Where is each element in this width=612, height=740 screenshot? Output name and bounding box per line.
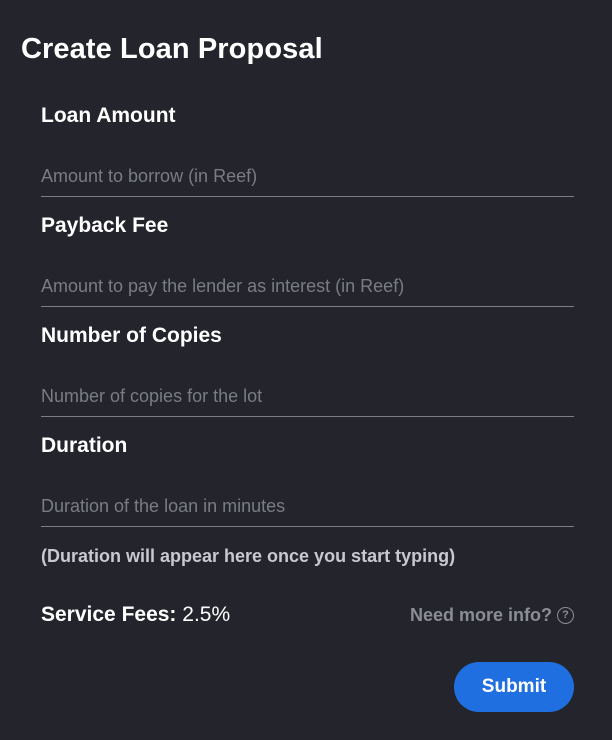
duration-input[interactable] [41, 487, 574, 527]
submit-button[interactable]: Submit [454, 662, 574, 712]
service-fees: Service Fees: 2.5% [41, 603, 230, 627]
payback-fee-label: Payback Fee [41, 214, 169, 237]
duration-label: Duration [41, 434, 128, 457]
number-of-copies-label: Number of Copies [41, 324, 222, 347]
question-circle-icon: ? [557, 607, 574, 624]
loan-amount-label: Loan Amount [41, 104, 176, 127]
page-title: Create Loan Proposal [21, 33, 323, 65]
service-fees-label: Service Fees: [41, 603, 177, 626]
payback-fee-input[interactable] [41, 267, 574, 307]
number-of-copies-input[interactable] [41, 377, 574, 417]
duration-hint: (Duration will appear here once you star… [41, 546, 456, 566]
service-fees-value: 2.5% [182, 603, 231, 626]
need-more-info-label: Need more info? [409, 605, 552, 625]
loan-amount-input[interactable] [41, 157, 574, 197]
need-more-info-link[interactable]: Need more info? ? [410, 605, 574, 626]
